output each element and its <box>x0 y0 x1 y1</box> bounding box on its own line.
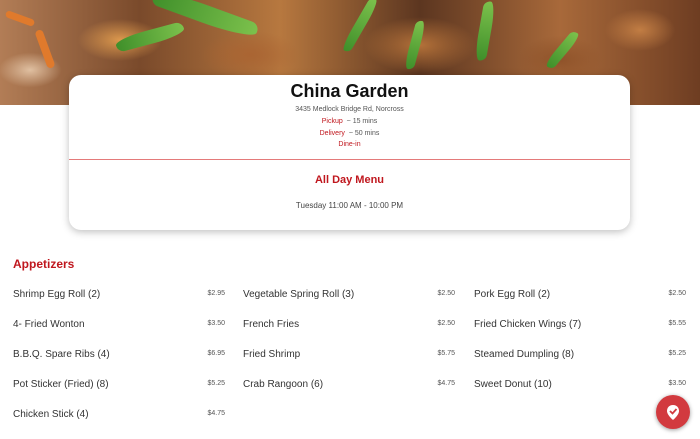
restaurant-name: China Garden <box>290 81 409 101</box>
menu-item-price: $5.55 <box>668 320 686 327</box>
menu-item-price: $3.50 <box>207 320 225 327</box>
menu-item-name: Shrimp Egg Roll (2) <box>13 289 101 300</box>
menu-item-name: Pork Egg Roll (2) <box>474 289 551 300</box>
menu-column-3: Pork Egg Roll (2) $2.50 Fried Chicken Wi… <box>474 289 686 409</box>
pickup-label[interactable]: Pickup <box>322 118 343 125</box>
menu-item[interactable]: Pot Sticker (Fried) (8) $5.25 <box>13 379 225 409</box>
dine-in-label[interactable]: Dine-in <box>69 141 630 148</box>
menu-item[interactable]: Pork Egg Roll (2) $2.50 <box>474 289 686 319</box>
menu-item-price: $2.95 <box>207 290 225 297</box>
menu-item-name: Fried Chicken Wings (7) <box>474 319 582 330</box>
menu-item-price: $2.50 <box>437 290 455 297</box>
menu-item-name: Crab Rangoon (6) <box>243 379 324 390</box>
restaurant-info-card: China Garden 3435 Medlock Bridge Rd, Nor… <box>69 75 630 230</box>
pickup-time: ~ 15 mins <box>346 118 378 125</box>
menu-item-price: $4.75 <box>207 410 225 417</box>
delivery-time: ~ 50 mins <box>348 130 380 137</box>
menu-item-name: Fried Shrimp <box>243 349 301 360</box>
menu-item[interactable]: French Fries $2.50 <box>243 319 455 349</box>
menu-item[interactable]: Steamed Dumpling (8) $5.25 <box>474 349 686 379</box>
menu-item[interactable]: Shrimp Egg Roll (2) $2.95 <box>13 289 225 319</box>
menu-item-price: $6.95 <box>207 350 225 357</box>
menu-item-name: Steamed Dumpling (8) <box>474 349 575 360</box>
menu-item-name: B.B.Q. Spare Ribs (4) <box>13 349 110 360</box>
card-divider <box>69 159 630 160</box>
section-title: Appetizers <box>13 257 75 271</box>
menu-item-name: Vegetable Spring Roll (3) <box>243 289 355 300</box>
menu-item[interactable]: Fried Shrimp $5.75 <box>243 349 455 379</box>
menu-item-price: $2.50 <box>668 290 686 297</box>
menu-item-name: French Fries <box>243 319 300 330</box>
menu-item-name: Sweet Donut (10) <box>474 379 552 390</box>
menu-item-price: $3.50 <box>668 380 686 387</box>
delivery-label[interactable]: Delivery <box>320 130 345 137</box>
menu-item[interactable]: 4- Fried Wonton $3.50 <box>13 319 225 349</box>
menu-item-price: $5.75 <box>437 350 455 357</box>
menu-item-name: 4- Fried Wonton <box>13 319 85 330</box>
pickup-info: Pickup ~ 15 mins <box>69 118 630 125</box>
menu-column-2: Vegetable Spring Roll (3) $2.50 French F… <box>243 289 455 409</box>
menu-item-price: $5.25 <box>207 380 225 387</box>
order-fab-button[interactable] <box>656 395 690 429</box>
delivery-info: Delivery ~ 50 mins <box>69 130 630 137</box>
menu-item-price: $4.75 <box>437 380 455 387</box>
menu-item-price: $2.50 <box>437 320 455 327</box>
menu-item[interactable]: Sweet Donut (10) $3.50 <box>474 379 686 409</box>
menu-item-name: Chicken Stick (4) <box>13 409 89 420</box>
menu-item[interactable]: Vegetable Spring Roll (3) $2.50 <box>243 289 455 319</box>
restaurant-address: 3435 Medlock Bridge Rd, Norcross <box>295 106 404 113</box>
menu-item[interactable]: Crab Rangoon (6) $4.75 <box>243 379 455 409</box>
order-icon <box>667 405 679 420</box>
menu-name[interactable]: All Day Menu <box>69 174 630 186</box>
menu-item[interactable]: Chicken Stick (4) $4.75 <box>13 409 225 439</box>
menu-column-1: Shrimp Egg Roll (2) $2.95 4- Fried Wonto… <box>13 289 225 439</box>
menu-item-price: $5.25 <box>668 350 686 357</box>
menu-hours: Tuesday 11:00 AM - 10:00 PM <box>295 201 404 210</box>
menu-item[interactable]: B.B.Q. Spare Ribs (4) $6.95 <box>13 349 225 379</box>
menu-item-name: Pot Sticker (Fried) (8) <box>13 379 109 390</box>
menu-item[interactable]: Fried Chicken Wings (7) $5.55 <box>474 319 686 349</box>
